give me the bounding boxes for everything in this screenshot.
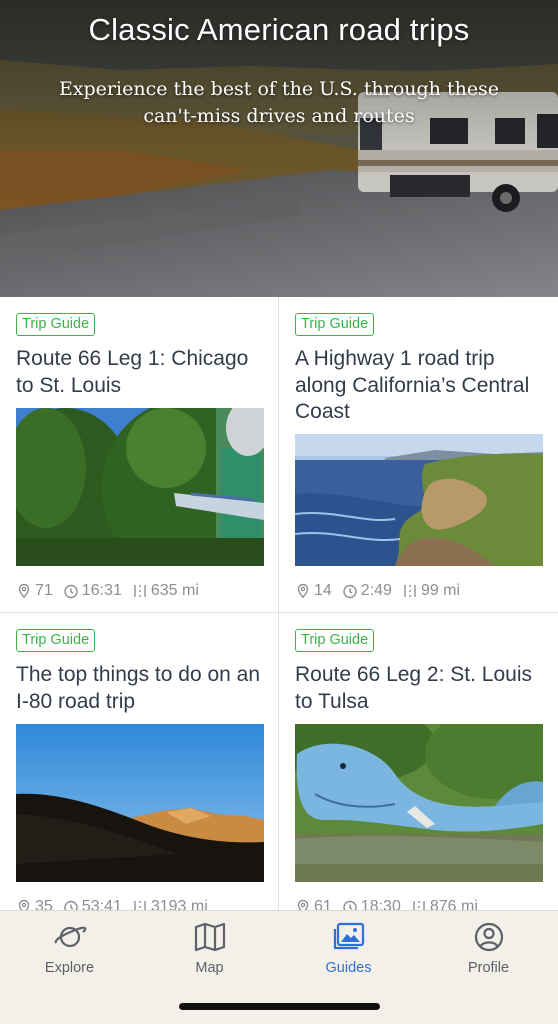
tab-guides[interactable]: Guides — [279, 911, 418, 991]
home-indicator — [179, 1003, 380, 1010]
guide-thumbnail — [295, 724, 543, 882]
trip-guide-badge: Trip Guide — [16, 313, 96, 336]
clock-icon — [63, 583, 79, 599]
trip-guide-badge: Trip Guide — [16, 629, 96, 652]
guide-thumbnail — [16, 724, 264, 882]
map-icon — [193, 921, 227, 953]
guide-stats: 71 16:31 635 mi — [16, 582, 209, 600]
duration: 16:31 — [81, 582, 122, 599]
stops-count: 14 — [314, 582, 332, 599]
tab-profile[interactable]: Profile — [419, 911, 558, 991]
clock-icon — [342, 583, 358, 599]
tab-label: Guides — [325, 960, 372, 976]
blue-whale-catoosa-image — [295, 724, 543, 882]
profile-icon — [472, 921, 506, 953]
guides-icon — [332, 921, 366, 953]
trip-guide-badge: Trip Guide — [295, 629, 375, 652]
guide-title: A Highway 1 road trip along California’s… — [295, 347, 530, 423]
trip-guide-badge: Trip Guide — [295, 313, 375, 336]
duration: 2:49 — [360, 582, 392, 599]
guide-title: Route 66 Leg 2: St. Louis to Tulsa — [295, 663, 532, 713]
tab-label: Explore — [44, 960, 95, 976]
road-icon — [132, 583, 148, 599]
hero-title: Classic American road trips — [88, 12, 470, 47]
hero-subtitle: Experience the best of the U.S. through … — [58, 78, 500, 127]
guide-thumbnail — [295, 434, 543, 592]
stops-count: 71 — [35, 582, 53, 599]
planet-icon — [53, 921, 87, 953]
guide-title: The top things to do on an I-80 road tri… — [16, 663, 261, 713]
tab-label: Profile — [467, 960, 510, 976]
tab-map[interactable]: Map — [140, 911, 279, 991]
guide-title: Route 66 Leg 1: Chicago to St. Louis — [16, 347, 249, 397]
mountain-sunset-silhouette-image — [16, 724, 264, 882]
guide-card[interactable]: Trip Guide Route 66 Leg 2: St. Louis to … — [279, 613, 558, 929]
guides-screen: Classic American road trips Experience t… — [0, 0, 558, 1024]
distance: 99 mi — [420, 582, 461, 599]
guide-thumbnail — [16, 408, 264, 566]
hero-banner[interactable]: Classic American road trips Experience t… — [0, 0, 558, 297]
guide-card[interactable]: Trip Guide The top things to do on an I-… — [0, 613, 279, 929]
california-coast-cliffs-image — [295, 434, 543, 566]
guide-card[interactable]: Trip Guide A Highway 1 road trip along C… — [279, 297, 558, 613]
map-pin-icon — [16, 583, 32, 599]
road-icon — [402, 583, 418, 599]
distance: 635 mi — [150, 582, 199, 599]
tab-label: Map — [195, 960, 224, 976]
route66-gemini-giant-image — [16, 408, 264, 566]
tab-explore[interactable]: Explore — [0, 911, 139, 991]
guide-stats: 14 2:49 99 mi — [295, 582, 470, 600]
guide-card[interactable]: Trip Guide Route 66 Leg 1: Chicago to St… — [0, 297, 279, 613]
map-pin-icon — [295, 583, 311, 599]
